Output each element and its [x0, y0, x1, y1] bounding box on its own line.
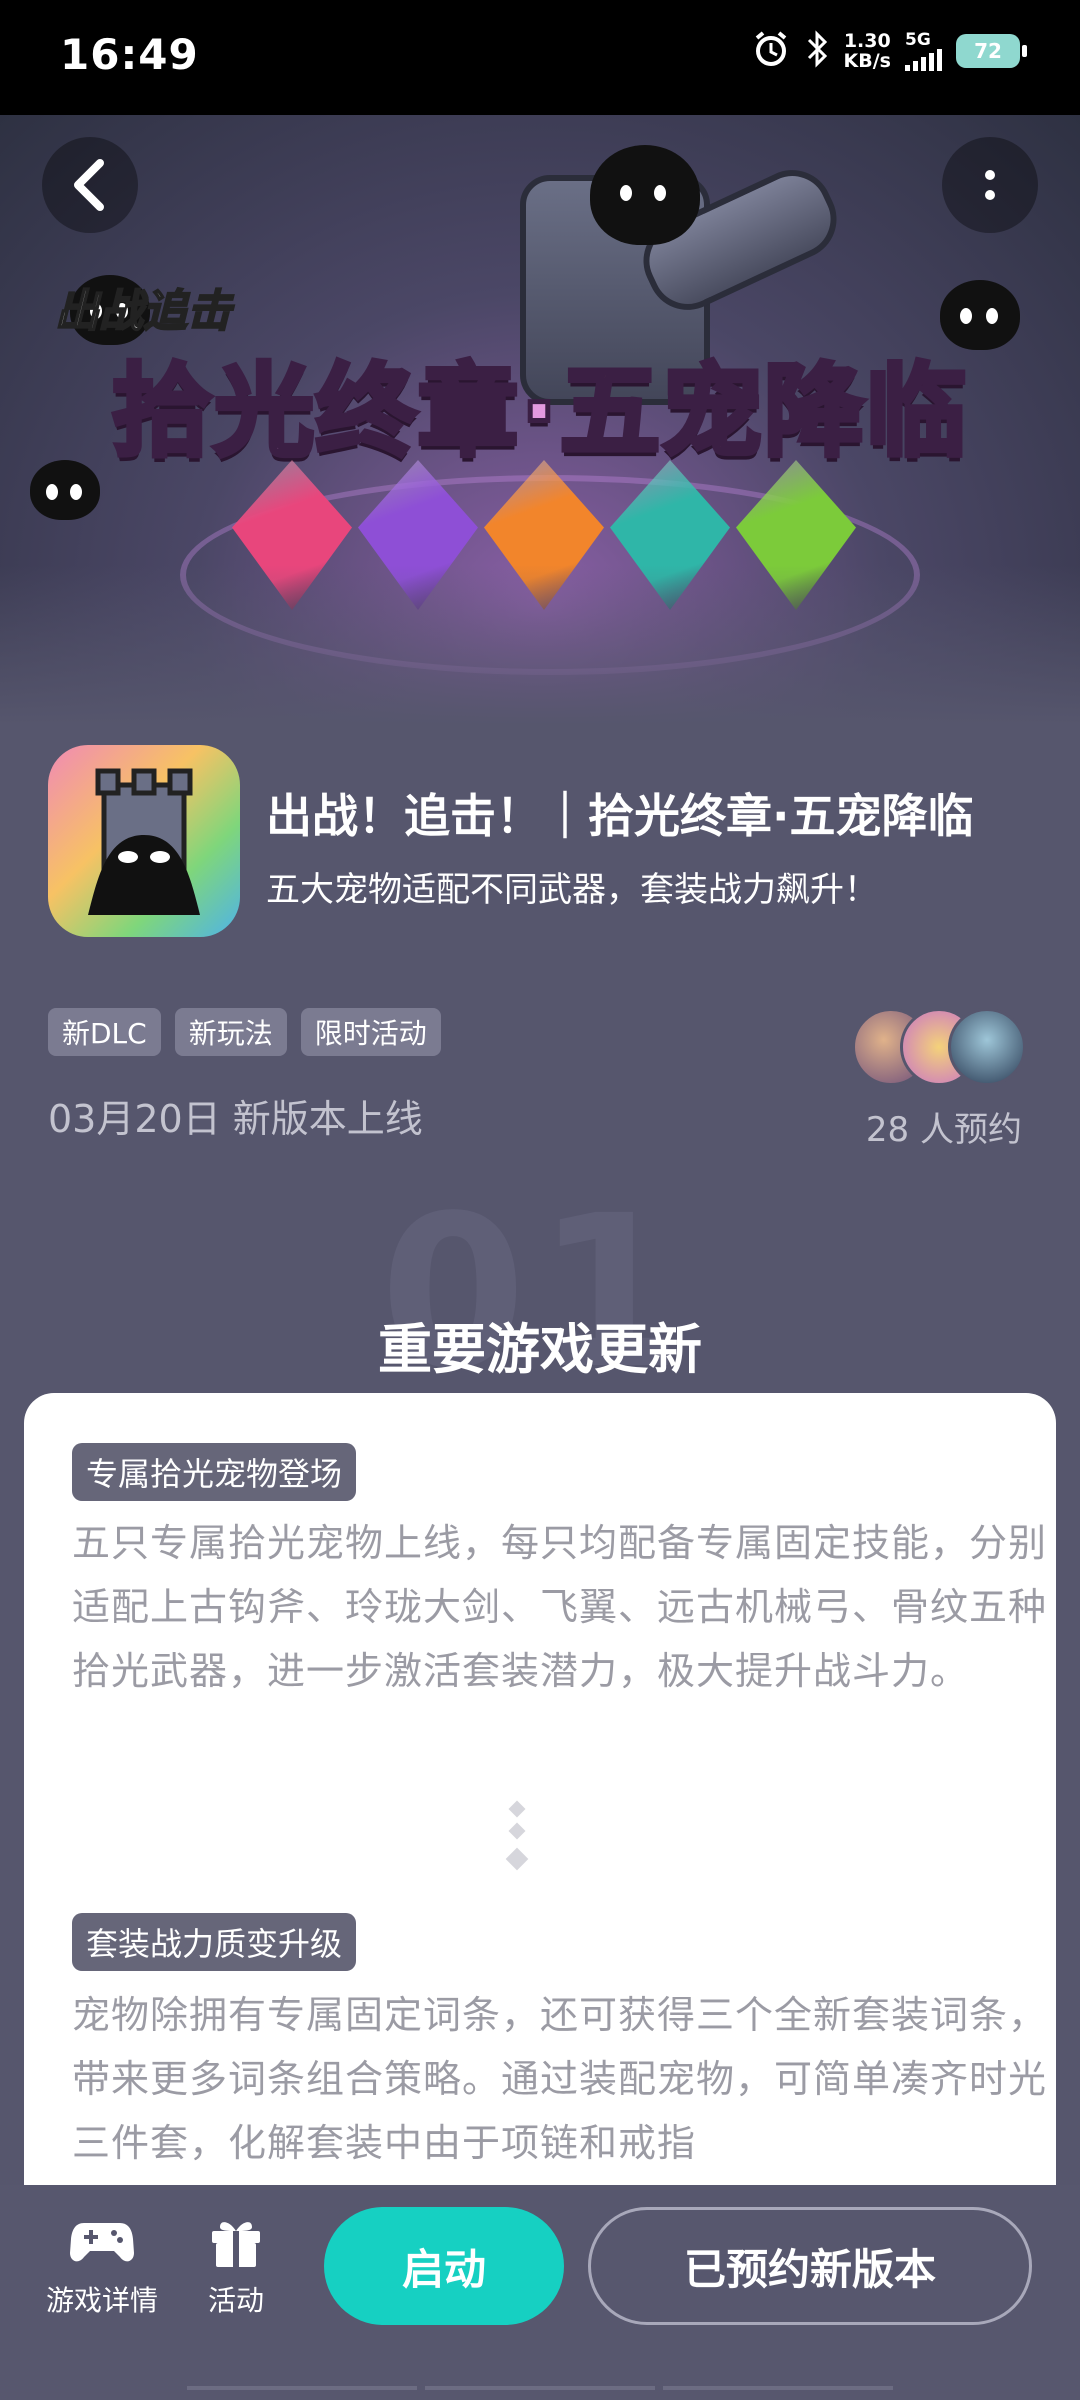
- game-details-label: 游戏详情: [46, 2284, 159, 2317]
- network-type: 5G: [905, 30, 931, 50]
- update-text: 宠物除拥有专属固定词条，还可获得三个全新套装词条，带来更多词条组合策略。通过装配…: [72, 1993, 1048, 2165]
- reserve-count: 28 人预约: [865, 1110, 1022, 1150]
- gesture-bar: [0, 2386, 1080, 2390]
- banner-title-part2: 五宠降临: [558, 351, 969, 473]
- tag-list: 新DLC 新玩法 限时活动: [48, 1008, 441, 1056]
- more-vertical-icon: [985, 170, 995, 200]
- status-time: 16:49: [60, 30, 199, 79]
- signal-icon: 5G: [905, 31, 942, 71]
- game-details-button[interactable]: 游戏详情: [46, 2213, 158, 2319]
- app-title: 出战！追击！｜拾光终章·五宠降临: [266, 789, 974, 843]
- update-tag: 专属拾光宠物登场: [72, 1443, 357, 1501]
- gamepad-icon: [70, 2223, 134, 2262]
- net-speed: 1.30 KB/s: [844, 31, 891, 71]
- banner-title-part1: 拾光终章·: [110, 351, 561, 473]
- more-button[interactable]: [942, 137, 1038, 233]
- banner-image: 出战追击 拾光终章·五宠降临: [0, 115, 1080, 725]
- status-icons: 1.30 KB/s 5G 72: [752, 30, 1027, 72]
- separator-dots: [502, 1800, 532, 1883]
- banner-fade: [0, 565, 1080, 725]
- net-speed-unit: KB/s: [843, 50, 891, 72]
- gift-icon: [212, 2222, 260, 2267]
- bottom-action-bar: 游戏详情 活动 启动 已预约新版本: [0, 2185, 1080, 2400]
- activity-button[interactable]: 活动: [208, 2213, 264, 2319]
- bluetooth-icon: [804, 30, 830, 72]
- tag: 限时活动: [300, 1008, 441, 1056]
- banner-title: 拾光终章·五宠降临: [40, 330, 1040, 475]
- reserved-new-version-button[interactable]: 已预约新版本: [588, 2207, 1032, 2325]
- alarm-icon: [752, 30, 790, 72]
- battery-level: 72: [974, 39, 1002, 63]
- activity-label: 活动: [208, 2284, 265, 2317]
- back-button[interactable]: [42, 137, 138, 233]
- avatar: [948, 1008, 1026, 1086]
- update-tag: 套装战力质变升级: [72, 1913, 357, 1971]
- app-subtitle: 五大宠物适配不同武器，套装战力飙升！: [266, 870, 878, 910]
- release-date: 03月20日 新版本上线: [48, 1097, 423, 1141]
- battery-icon: 72: [956, 34, 1027, 68]
- update-text: 五只专属拾光宠物上线，每只均配备专属固定技能，分别适配上古钩斧、玲珑大剑、飞翼、…: [72, 1521, 1048, 1693]
- app-icon: [48, 745, 240, 937]
- tag: 新玩法: [174, 1008, 287, 1056]
- section-heading: 重要游戏更新: [378, 1318, 702, 1381]
- reserver-avatars: [852, 1008, 1032, 1088]
- net-speed-value: 1.30: [843, 30, 891, 52]
- status-bar: 16:49 1.30 KB/s 5G 72: [0, 0, 1080, 115]
- start-button[interactable]: 启动: [324, 2207, 564, 2325]
- tag: 新DLC: [48, 1008, 161, 1056]
- game-preorder-page: 16:49 1.30 KB/s 5G 72 出战追击 拾光终章·五宠降临 出战！…: [0, 0, 1080, 2400]
- banner-blob: [590, 145, 700, 245]
- chevron-left-icon: [74, 159, 104, 211]
